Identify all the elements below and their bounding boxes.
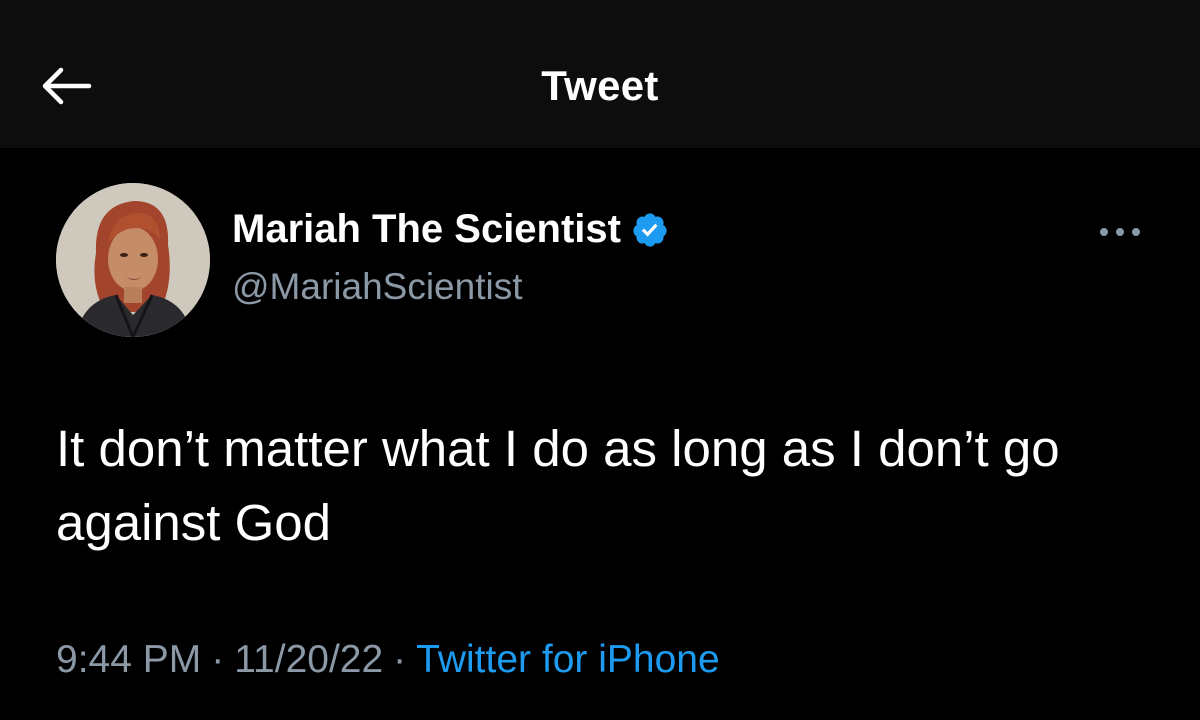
top-bar: Tweet: [0, 0, 1200, 148]
separator-dot: ·: [393, 638, 407, 681]
author-display-name[interactable]: Mariah The Scientist: [232, 207, 621, 252]
author-handle[interactable]: @MariahScientist: [232, 266, 523, 308]
page-title: Tweet: [541, 62, 659, 109]
avatar-image: [56, 183, 210, 337]
more-horizontal-icon: [1100, 228, 1140, 236]
more-options-button[interactable]: [1090, 210, 1150, 254]
tweet-text: It don’t matter what I do as long as I d…: [56, 420, 1060, 551]
avatar[interactable]: [56, 183, 210, 337]
author-name-row[interactable]: Mariah The Scientist: [232, 207, 669, 252]
tweet-time[interactable]: 9:44 PM: [56, 638, 201, 681]
tweet-date[interactable]: 11/20/22: [234, 638, 383, 681]
verified-badge-icon: [633, 212, 667, 247]
separator-dot: ·: [211, 638, 225, 681]
tweet-source-link[interactable]: Twitter for iPhone: [416, 638, 719, 681]
tweet-metadata: 9:44 PM · 11/20/22 · Twitter for iPhone: [56, 638, 720, 682]
